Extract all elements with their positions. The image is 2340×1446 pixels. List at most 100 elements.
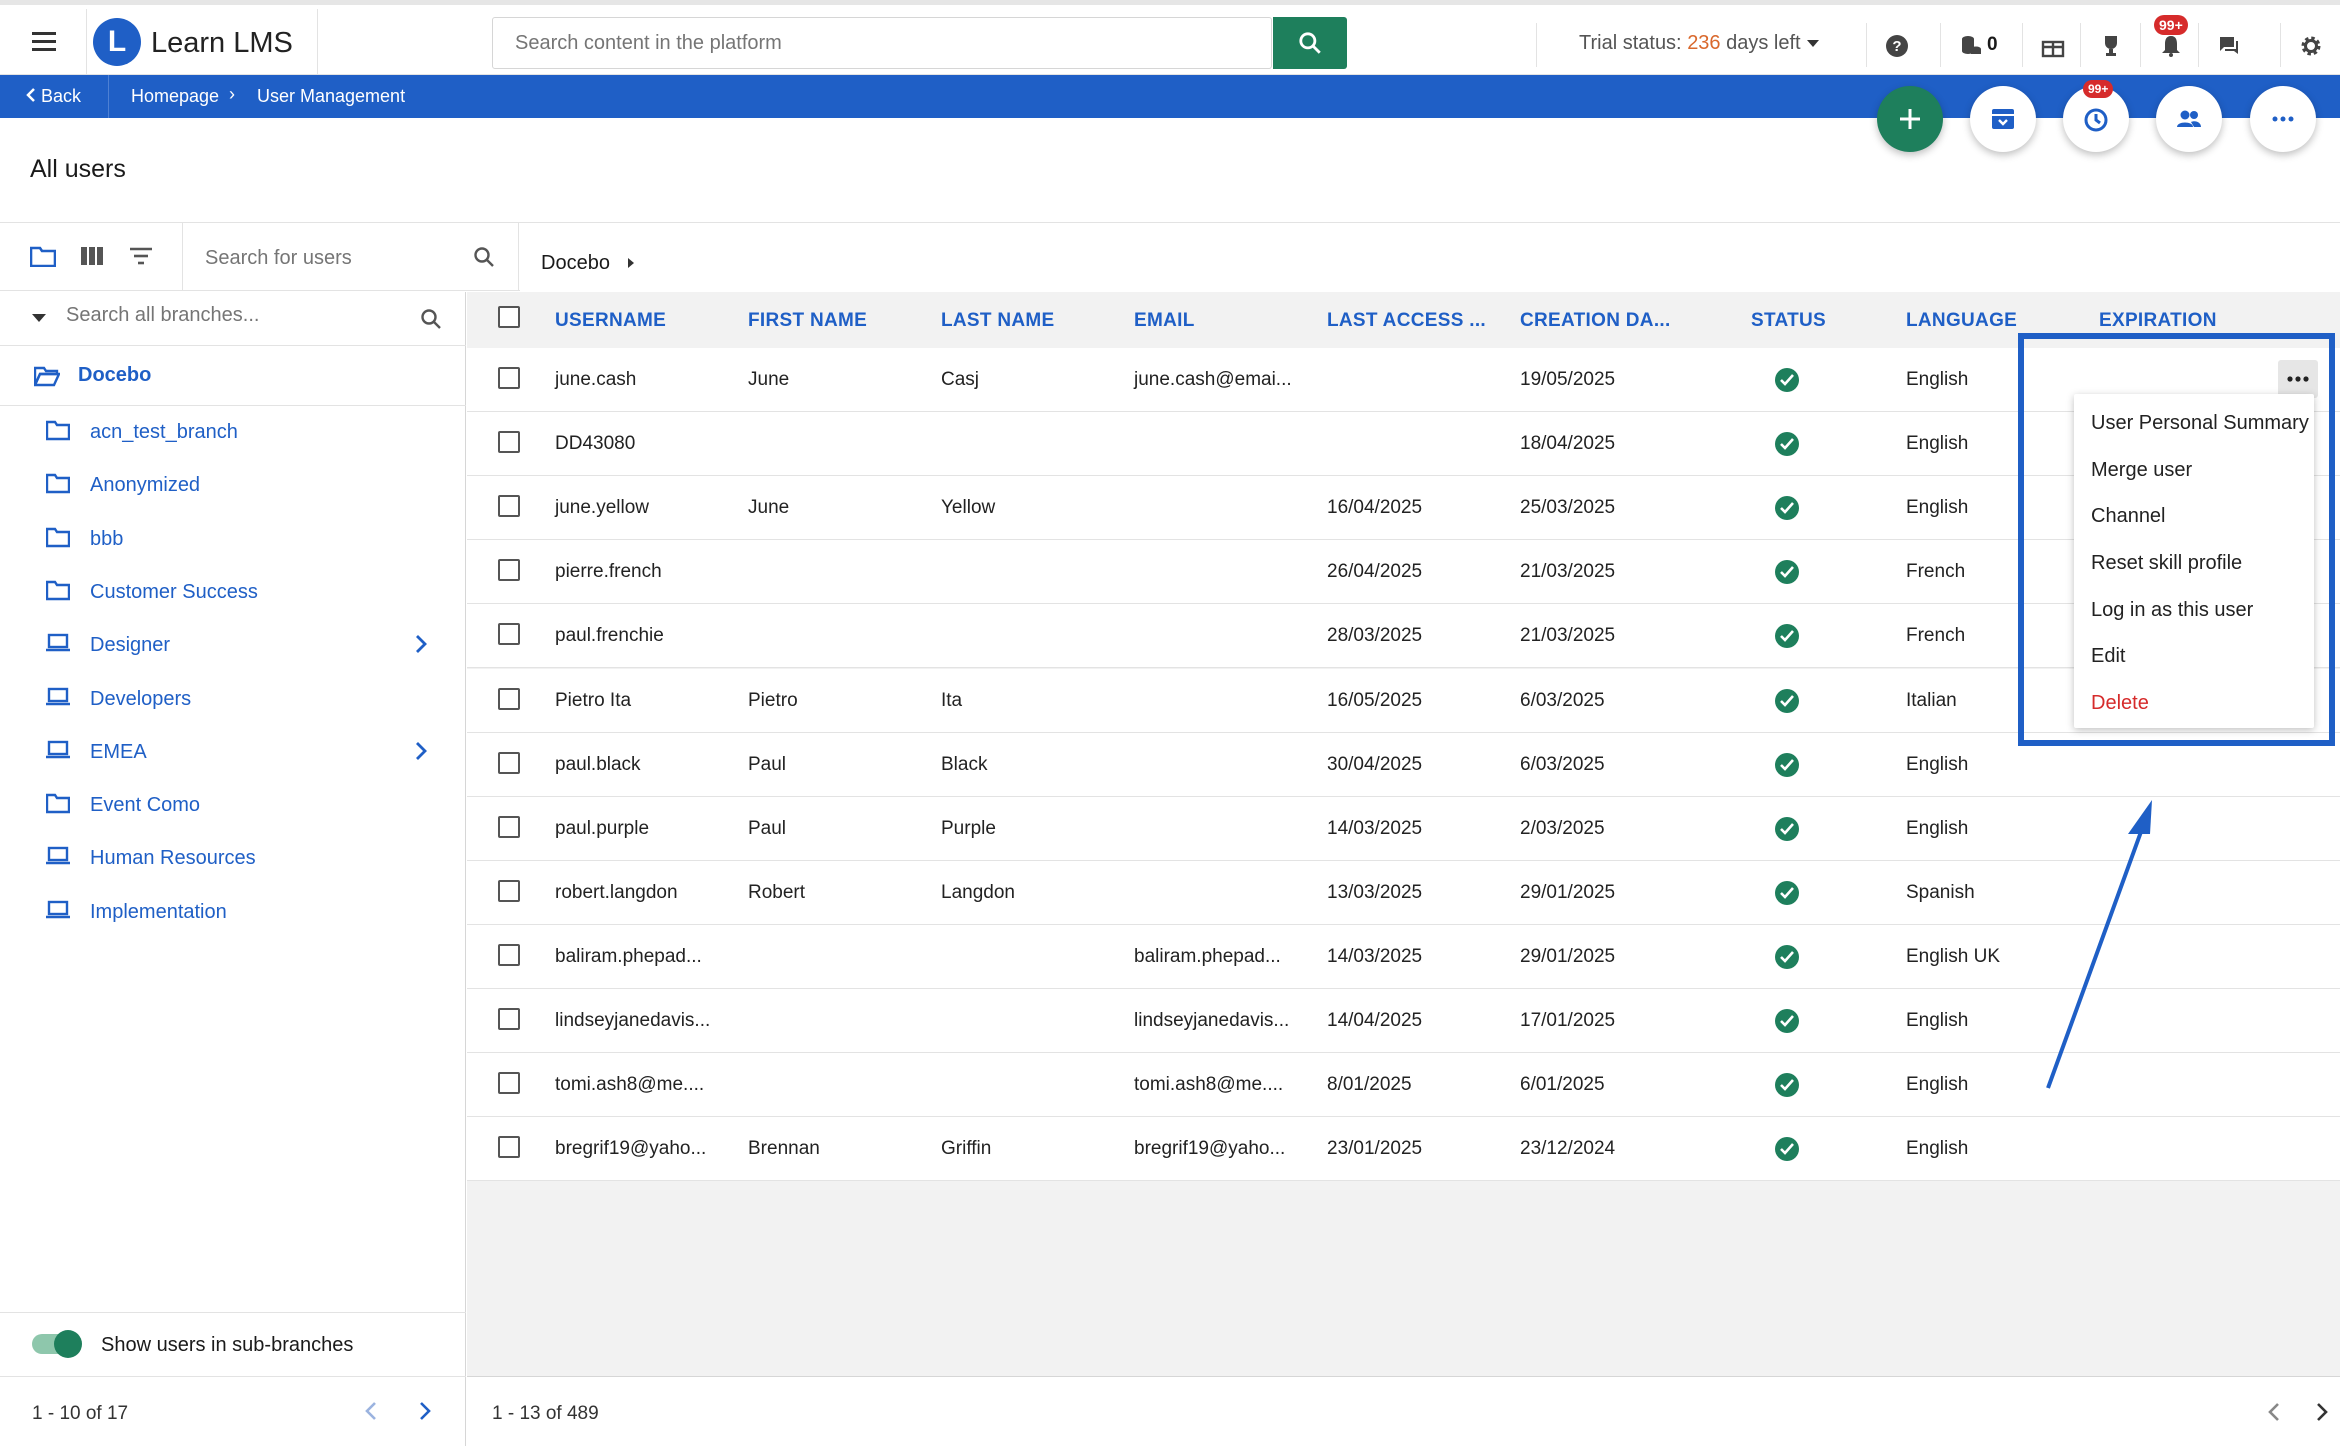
table-row[interactable]: robert.langdon Robert Langdon 13/03/2025 29/… [467, 860, 2340, 925]
status-active-icon [1775, 1137, 1799, 1162]
branch-item[interactable]: Event Como [0, 779, 466, 832]
chevron-right-icon[interactable] [418, 1401, 432, 1421]
branch-breadcrumb[interactable]: Docebo [541, 252, 636, 275]
cell-first: Paul [748, 753, 787, 775]
branch-root[interactable]: Docebo [0, 346, 466, 406]
columns-icon[interactable] [80, 245, 104, 272]
cell-last: Purple [941, 817, 996, 839]
cell-username: robert.langdon [555, 881, 678, 903]
history-button[interactable]: 99+ [2063, 80, 2129, 152]
branch-item[interactable]: Anonymized [0, 459, 466, 512]
branch-item[interactable]: EMEA [0, 726, 466, 779]
breadcrumb-home[interactable]: Homepage [131, 86, 219, 107]
row-checkbox[interactable] [498, 687, 520, 710]
table-row[interactable]: baliram.phepad... baliram.phepad... 14/03/… [467, 924, 2340, 989]
branch-item[interactable]: bbb [0, 513, 466, 566]
row-checkbox[interactable] [498, 751, 520, 774]
groups-button[interactable] [2156, 86, 2222, 152]
archive-button[interactable] [1970, 86, 2036, 152]
settings-button[interactable] [2280, 23, 2340, 67]
table-row[interactable]: lindseyjanedavis... lindseyjanedavis... 14… [467, 989, 2340, 1053]
column-creation-date[interactable]: CREATION DA... [1520, 310, 1671, 332]
select-all-checkbox[interactable] [498, 306, 520, 328]
branch-search-input[interactable] [66, 304, 396, 327]
row-checkbox[interactable] [498, 623, 520, 646]
branch-item[interactable]: acn_test_branch [0, 406, 466, 459]
row-checkbox[interactable] [498, 431, 520, 454]
folder-view-icon[interactable] [29, 245, 57, 272]
coins-button[interactable]: 0 [1940, 23, 2012, 67]
column-status[interactable]: STATUS [1751, 310, 1826, 332]
filter-icon[interactable] [128, 245, 154, 272]
branch-item[interactable]: Implementation [0, 886, 466, 939]
chevron-right-icon[interactable] [414, 740, 428, 767]
status-active-icon [1775, 944, 1799, 969]
platform-search-input[interactable] [493, 18, 1193, 68]
back-link[interactable]: Back [26, 86, 81, 107]
row-checkbox[interactable] [498, 815, 520, 838]
row-checkbox[interactable] [498, 367, 520, 389]
cell-email: baliram.phepad... [1134, 945, 1281, 967]
sub-branches-toggle[interactable] [32, 1330, 82, 1358]
row-checkbox[interactable] [498, 1136, 520, 1159]
search-icon[interactable] [419, 307, 443, 331]
user-search-input[interactable] [205, 247, 445, 270]
table-row[interactable]: paul.purple Paul Purple 14/03/2025 2/03/2025… [467, 796, 2340, 861]
achievements-button[interactable] [2080, 23, 2140, 67]
column-language[interactable]: LANGUAGE [1906, 310, 2017, 332]
chevron-right-icon[interactable] [2315, 1402, 2329, 1422]
messages-button[interactable] [2198, 23, 2258, 67]
column-last-access[interactable]: LAST ACCESS ... [1327, 310, 1486, 332]
add-user-button[interactable] [1877, 86, 1943, 152]
column-last-name[interactable]: LAST NAME [941, 310, 1055, 332]
cell-created: 21/03/2025 [1520, 561, 1616, 583]
logo[interactable]: L Learn LMS [86, 9, 318, 75]
row-checkbox[interactable] [498, 879, 520, 902]
bell-icon [2162, 36, 2180, 57]
trial-days: 236 [1687, 32, 1721, 54]
row-checkbox[interactable] [498, 943, 520, 966]
column-expiration[interactable]: EXPIRATION [2099, 310, 2217, 332]
caret-down-icon[interactable] [32, 314, 46, 322]
row-checkbox[interactable] [498, 495, 520, 518]
cell-first: June [748, 497, 790, 519]
people-icon [2177, 110, 2201, 127]
column-first-name[interactable]: FIRST NAME [748, 310, 867, 332]
trial-status[interactable]: Trial status: 236 days left [1536, 23, 1856, 67]
cell-username: paul.purple [555, 817, 650, 839]
more-actions-button[interactable] [2250, 86, 2316, 152]
cell-created: 6/01/2025 [1520, 1074, 1605, 1096]
branch-item[interactable]: Designer [0, 619, 466, 672]
hamburger-menu-icon[interactable] [24, 27, 64, 67]
gift-button[interactable] [2022, 23, 2082, 67]
cell-last: Casj [941, 369, 980, 390]
chevron-right-icon[interactable] [414, 633, 428, 660]
branch-item[interactable]: Developers [0, 673, 466, 726]
branch-item[interactable]: Human Resources [0, 832, 466, 885]
table-row[interactable]: tomi.ash8@me.... tomi.ash8@me.... 8/01/202… [467, 1053, 2340, 1118]
branch-root-label: Docebo [78, 364, 152, 386]
column-username[interactable]: USERNAME [555, 310, 666, 332]
cell-first: June [748, 369, 790, 390]
laptop-icon [46, 686, 70, 713]
status-active-icon [1775, 432, 1799, 457]
user-search-icon[interactable] [472, 245, 496, 274]
row-checkbox[interactable] [498, 1072, 520, 1095]
search-button[interactable] [1273, 17, 1347, 69]
branch-item[interactable]: Customer Success [0, 566, 466, 619]
chevron-left-icon[interactable] [364, 1401, 378, 1421]
page-title: All users [30, 155, 126, 183]
top-bar: L Learn LMS Trial status: 236 days left … [0, 0, 2340, 75]
cell-created: 2/03/2025 [1520, 817, 1605, 839]
notifications-button[interactable]: 99+ [2140, 15, 2200, 67]
branch-item-label: Customer Success [90, 580, 258, 603]
table-row[interactable]: bregrif19@yaho... Brennan Griffin bregrif19… [467, 1117, 2340, 1182]
chevron-left-icon[interactable] [2267, 1402, 2281, 1422]
cell-language: English [1906, 433, 1969, 455]
status-active-icon [1775, 1009, 1799, 1033]
row-checkbox[interactable] [498, 559, 520, 582]
folder-icon [45, 526, 71, 553]
row-checkbox[interactable] [498, 1008, 520, 1030]
help-button[interactable]: ? [1866, 23, 1926, 67]
column-email[interactable]: EMAIL [1134, 310, 1195, 332]
